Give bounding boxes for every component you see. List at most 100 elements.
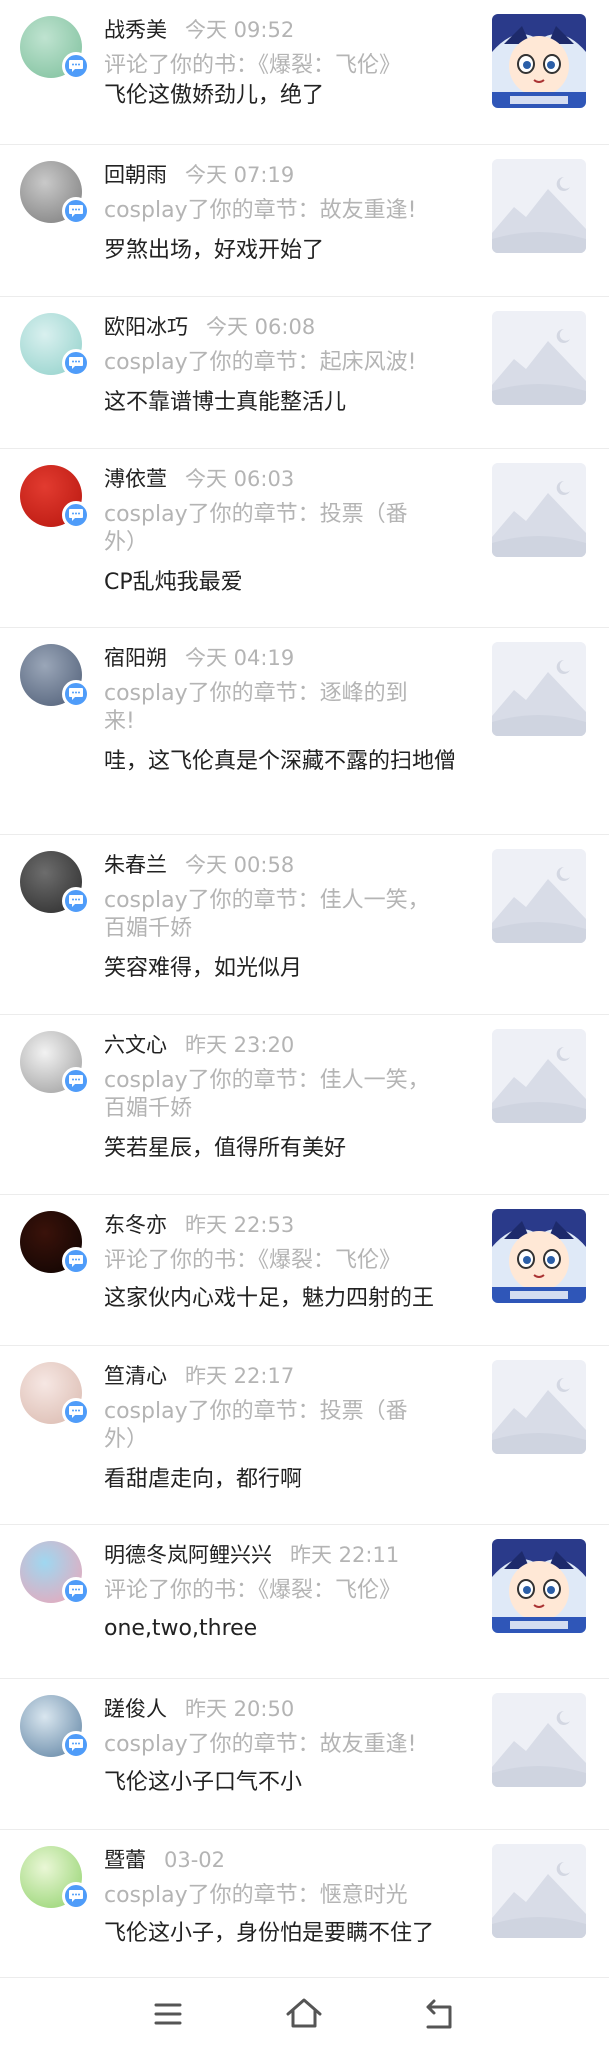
action-text: cosplay了你的章节：故友重逢!: [104, 198, 417, 223]
user-name[interactable]: 明德冬岚阿鲤兴兴: [104, 1543, 272, 1567]
notification-row[interactable]: 六文心 昨天 23:20 cosplay了你的章节：佳人一笑，百媚千娇笑若星辰，值得…: [0, 1015, 609, 1195]
image-placeholder-thumbnail[interactable]: [492, 1844, 586, 1938]
comment-bubble-icon: [62, 1398, 90, 1426]
comment-text: 罗煞出场，好戏开始了: [104, 238, 325, 263]
row-header: 欧阳冰巧 今天 06:08: [104, 313, 315, 341]
back-icon[interactable]: [418, 1992, 462, 2036]
timestamp: 昨天 23:20: [185, 1033, 295, 1057]
user-name[interactable]: 溥依萱: [104, 467, 167, 491]
user-name[interactable]: 东冬亦: [104, 1213, 167, 1237]
notification-row[interactable]: 欧阳冰巧 今天 06:08 cosplay了你的章节：起床风波! 这不靠谱博士真能整活…: [0, 297, 609, 449]
comment-bubble-icon: [62, 1577, 90, 1605]
notification-row[interactable]: 笪清心 昨天 22:17 cosplay了你的章节：投票（番外） 看甜虐走向，都行啊: [0, 1346, 609, 1525]
notification-row[interactable]: 蹉俊人 昨天 20:50 cosplay了你的章节：故友重逢! 飞伦这小子口气不小: [0, 1679, 609, 1830]
row-header: 蹉俊人 昨天 20:50: [104, 1695, 294, 1723]
timestamp: 昨天 22:53: [185, 1213, 295, 1237]
row-header: 暨蕾 03-02: [104, 1846, 225, 1874]
user-name[interactable]: 欧阳冰巧: [104, 315, 188, 339]
row-header: 宿阳朔 今天 04:19: [104, 644, 294, 672]
image-placeholder-thumbnail[interactable]: [492, 1029, 586, 1123]
row-header: 东冬亦 昨天 22:53: [104, 1211, 294, 1239]
notification-row[interactable]: 朱春兰 今天 00:58 cosplay了你的章节：佳人一笑，百媚千娇笑容难得，如光…: [0, 835, 609, 1015]
comment-text: CP乱炖我最爱: [104, 570, 243, 595]
user-name[interactable]: 笪清心: [104, 1364, 167, 1388]
book-cover-thumbnail[interactable]: [492, 1539, 586, 1633]
comment-text: 笑容难得，如光似月: [104, 956, 303, 981]
timestamp: 03-02: [164, 1848, 226, 1872]
comment-text: 飞伦这傲娇劲儿，绝了: [104, 83, 325, 108]
comment-text: 飞伦这小子，身份怕是要瞒不住了: [104, 1921, 435, 1946]
action-text: cosplay了你的章节：惬意时光: [104, 1883, 408, 1908]
user-name[interactable]: 战秀美: [104, 18, 167, 42]
image-placeholder-thumbnail[interactable]: [492, 642, 586, 736]
action-text: 评论了你的书：《爆裂：飞伦》: [104, 53, 402, 78]
comment-bubble-icon: [62, 887, 90, 915]
comment-bubble-icon: [62, 1731, 90, 1759]
action-text: cosplay了你的章节：投票（番外）: [104, 502, 408, 555]
user-name[interactable]: 宿阳朔: [104, 646, 167, 670]
comment-bubble-icon: [62, 52, 90, 80]
action-text: cosplay了你的章节：佳人一笑，百媚千娇: [104, 888, 430, 941]
row-header: 溥依萱 今天 06:03: [104, 465, 294, 493]
comment-bubble-icon: [62, 1247, 90, 1275]
image-placeholder-thumbnail[interactable]: [492, 311, 586, 405]
bottom-nav-bar: [0, 1978, 609, 2048]
action-text: cosplay了你的章节：逐峰的到来!: [104, 681, 408, 734]
user-name[interactable]: 六文心: [104, 1033, 167, 1057]
notification-row[interactable]: 暨蕾 03-02 cosplay了你的章节：惬意时光飞伦这小子，身份怕是要瞒不住了: [0, 1830, 609, 1978]
timestamp: 昨天 22:11: [290, 1543, 400, 1567]
timestamp: 今天 09:52: [185, 18, 295, 42]
action-text: cosplay了你的章节：投票（番外）: [104, 1399, 408, 1452]
comment-bubble-icon: [62, 680, 90, 708]
notification-row[interactable]: 回朝雨 今天 07:19 cosplay了你的章节：故友重逢! 罗煞出场，好戏开始了: [0, 145, 609, 297]
comment-text: 看甜虐走向，都行啊: [104, 1467, 303, 1492]
timestamp: 今天 00:58: [185, 853, 295, 877]
action-text: 评论了你的书：《爆裂：飞伦》: [104, 1248, 402, 1273]
user-name[interactable]: 蹉俊人: [104, 1697, 167, 1721]
image-placeholder-thumbnail[interactable]: [492, 159, 586, 253]
action-text: 评论了你的书：《爆裂：飞伦》: [104, 1578, 402, 1603]
notification-row[interactable]: 宿阳朔 今天 04:19 cosplay了你的章节：逐峰的到来! 哇，这飞伦真是个深藏…: [0, 628, 609, 835]
comment-bubble-icon: [62, 1067, 90, 1095]
comment-bubble-icon: [62, 349, 90, 377]
menu-icon[interactable]: [146, 1992, 190, 2036]
notification-row[interactable]: 东冬亦 昨天 22:53 评论了你的书：《爆裂：飞伦》这家伙内心戏十足，魅力四射的王: [0, 1195, 609, 1346]
timestamp: 今天 06:08: [206, 315, 316, 339]
image-placeholder-thumbnail[interactable]: [492, 463, 586, 557]
book-cover-thumbnail[interactable]: [492, 14, 586, 108]
user-name[interactable]: 朱春兰: [104, 853, 167, 877]
comment-text: 这不靠谱博士真能整活儿: [104, 390, 347, 415]
user-name[interactable]: 回朝雨: [104, 163, 167, 187]
image-placeholder-thumbnail[interactable]: [492, 1360, 586, 1454]
notification-row[interactable]: 溥依萱 今天 06:03 cosplay了你的章节：投票（番外） CP乱炖我最爱: [0, 449, 609, 628]
row-header: 六文心 昨天 23:20: [104, 1031, 294, 1059]
comment-text: 笑若星辰，值得所有美好: [104, 1136, 347, 1161]
action-text: cosplay了你的章节：佳人一笑，百媚千娇: [104, 1068, 430, 1121]
row-header: 回朝雨 今天 07:19: [104, 161, 294, 189]
user-name[interactable]: 暨蕾: [104, 1848, 146, 1872]
comment-text: 这家伙内心戏十足，魅力四射的王: [104, 1286, 435, 1311]
action-text: cosplay了你的章节：起床风波!: [104, 350, 417, 375]
timestamp: 昨天 22:17: [185, 1364, 295, 1388]
book-cover-thumbnail[interactable]: [492, 1209, 586, 1303]
home-icon[interactable]: [282, 1992, 326, 2036]
notification-row[interactable]: 明德冬岚阿鲤兴兴 昨天 22:11 评论了你的书：《爆裂：飞伦》 one,two,th…: [0, 1525, 609, 1679]
timestamp: 今天 07:19: [185, 163, 295, 187]
row-header: 明德冬岚阿鲤兴兴 昨天 22:11: [104, 1541, 399, 1569]
action-text: cosplay了你的章节：故友重逢!: [104, 1732, 417, 1757]
comment-text: 飞伦这小子口气不小: [104, 1770, 303, 1795]
image-placeholder-thumbnail[interactable]: [492, 849, 586, 943]
comment-bubble-icon: [62, 1882, 90, 1910]
notification-row[interactable]: 战秀美 今天 09:52 评论了你的书：《爆裂：飞伦》 飞伦这傲娇劲儿，绝了: [0, 0, 609, 145]
comment-text: one,two,three: [104, 1616, 258, 1641]
timestamp: 昨天 20:50: [185, 1697, 295, 1721]
comment-bubble-icon: [62, 197, 90, 225]
comment-text: 哇，这飞伦真是个深藏不露的扫地僧: [104, 749, 457, 774]
comment-bubble-icon: [62, 501, 90, 529]
row-header: 笪清心 昨天 22:17: [104, 1362, 294, 1390]
row-header: 朱春兰 今天 00:58: [104, 851, 294, 879]
timestamp: 今天 04:19: [185, 646, 295, 670]
timestamp: 今天 06:03: [185, 467, 295, 491]
image-placeholder-thumbnail[interactable]: [492, 1693, 586, 1787]
row-header: 战秀美 今天 09:52: [104, 16, 294, 44]
